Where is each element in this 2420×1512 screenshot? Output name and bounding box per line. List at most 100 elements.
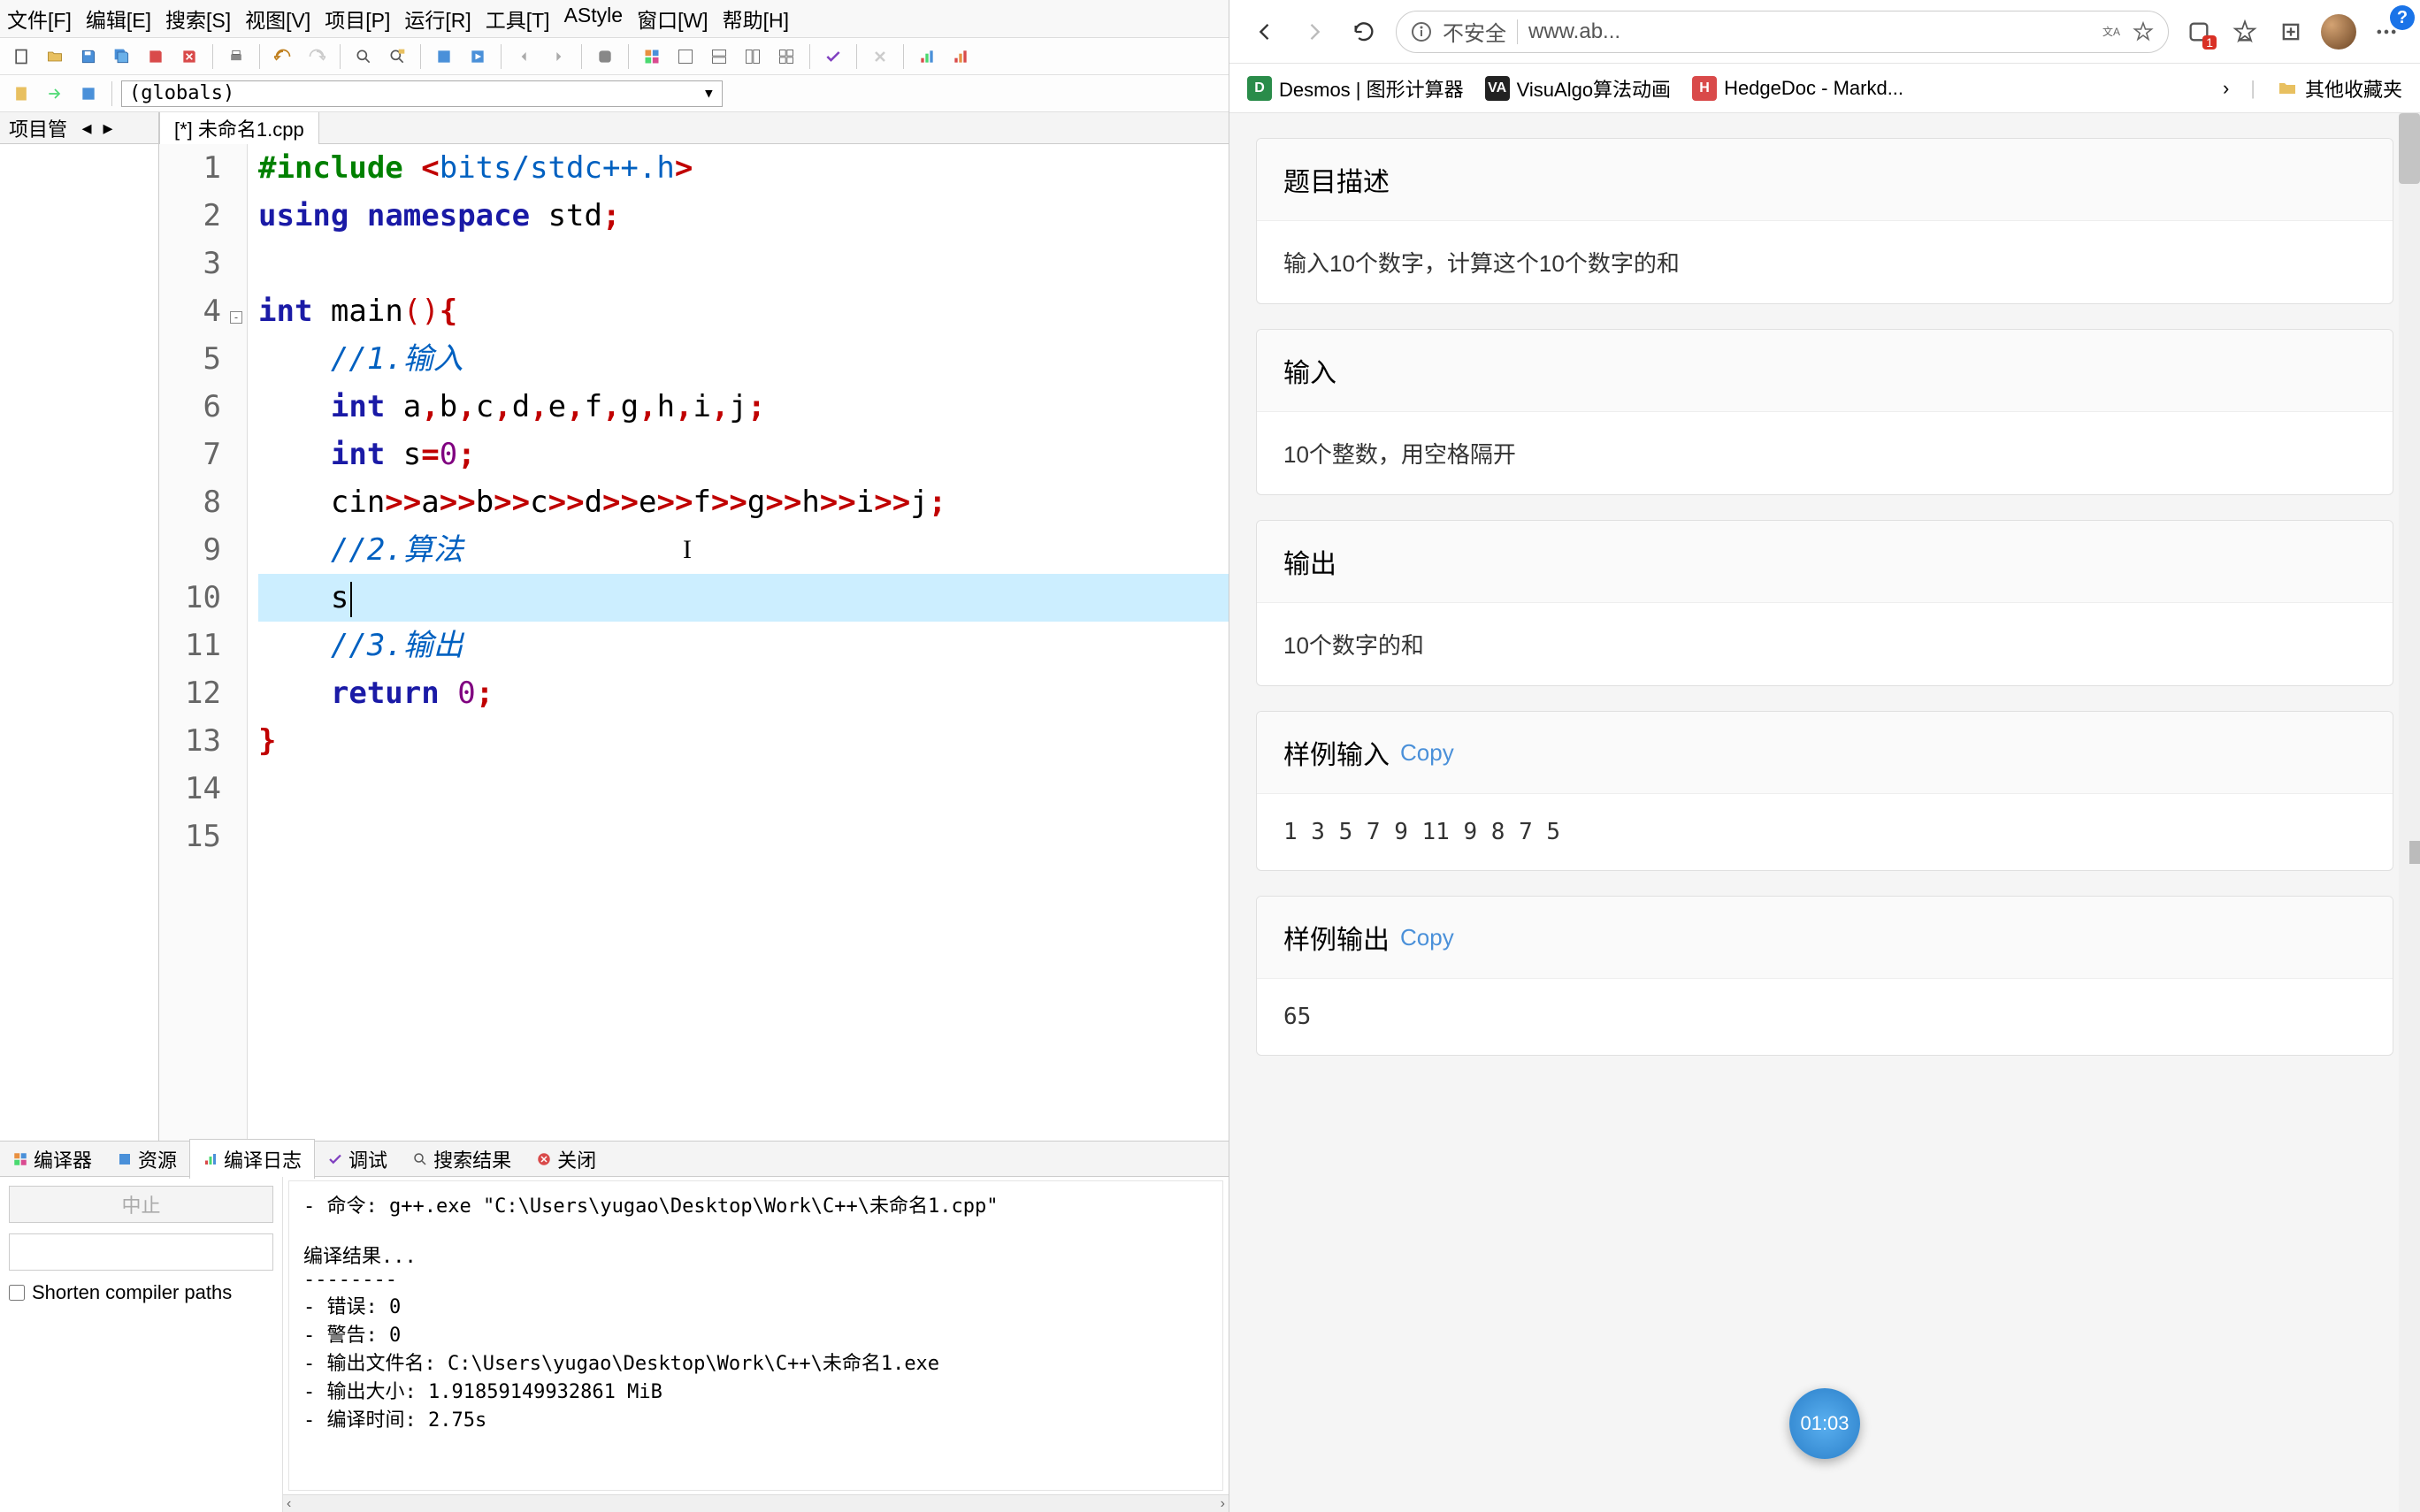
scope-selector[interactable]: (globals) ▾ xyxy=(121,80,723,107)
project-tab[interactable]: 项目管 xyxy=(0,112,76,146)
url-text: www.ab... xyxy=(1528,19,1620,44)
sample-input-body: 1 3 5 7 9 11 9 8 7 5 xyxy=(1257,794,2393,870)
input-body: 10个整数，用空格隔开 xyxy=(1257,412,2393,494)
sample-output-card: 样例输出 Copy 65 xyxy=(1256,896,2393,1056)
tab-compiler[interactable]: 编译器 xyxy=(0,1140,104,1179)
log-scrollbar[interactable]: ‹› xyxy=(283,1494,1229,1512)
browser-pane: ? 不安全 www.ab... 文A 1 DDesmos | 图形计算器 VAV… xyxy=(1229,0,2420,1512)
menu-search[interactable]: 搜索[S] xyxy=(165,4,231,34)
code-editor[interactable]: 123456789101112131415 - #include <bits/s… xyxy=(159,144,1229,1141)
info-icon xyxy=(1411,21,1432,42)
save-icon[interactable] xyxy=(74,42,103,71)
browser-toolbar: 不安全 www.ab... 文A 1 xyxy=(1229,0,2420,64)
undo-icon[interactable] xyxy=(269,42,297,71)
menu-help[interactable]: 帮助[H] xyxy=(723,4,789,34)
compile-log-output[interactable]: - 命令: g++.exe "C:\Users\yugao\Desktop\Wo… xyxy=(288,1180,1223,1491)
menu-file[interactable]: 文件[F] xyxy=(7,4,72,34)
tab-close[interactable]: 关闭 xyxy=(524,1140,609,1179)
shorten-paths-checkbox[interactable]: Shorten compiler paths xyxy=(9,1281,273,1304)
goto-icon[interactable] xyxy=(41,80,69,108)
menu-astyle[interactable]: AStyle xyxy=(564,4,623,34)
redo-icon[interactable] xyxy=(302,42,331,71)
tab-next-icon[interactable]: ▸ xyxy=(97,117,119,140)
browser-content[interactable]: 题目描述 输入10个数字，计算这个10个数字的和 输入 10个整数，用空格隔开 … xyxy=(1229,113,2420,1512)
find-icon[interactable] xyxy=(349,42,378,71)
tab-resource[interactable]: 资源 xyxy=(104,1140,189,1179)
check-icon[interactable] xyxy=(819,42,847,71)
sample-input-card: 样例输入 Copy 1 3 5 7 9 11 9 8 7 5 xyxy=(1256,711,2393,871)
copy-sample-output[interactable]: Copy xyxy=(1400,924,1454,951)
scrollbar-thumb[interactable] xyxy=(2399,113,2420,184)
tab-compile-log[interactable]: 编译日志 xyxy=(189,1139,315,1179)
sample-input-title: 样例输入 xyxy=(1283,733,1390,772)
tab-search-results[interactable]: 搜索结果 xyxy=(400,1140,524,1179)
grid1-icon[interactable] xyxy=(638,42,666,71)
new-file-icon[interactable] xyxy=(7,42,35,71)
sample-output-body: 65 xyxy=(1257,979,2393,1055)
run-icon[interactable] xyxy=(463,42,492,71)
input-card: 输入 10个整数，用空格隔开 xyxy=(1256,329,2393,495)
refresh-button[interactable] xyxy=(1346,14,1382,50)
extensions-icon[interactable]: 1 xyxy=(2183,16,2215,48)
debug-icon[interactable] xyxy=(591,42,619,71)
save-all-icon[interactable] xyxy=(108,42,136,71)
back-button[interactable] xyxy=(1247,14,1283,50)
forward-icon[interactable] xyxy=(544,42,572,71)
menu-view[interactable]: 视图[V] xyxy=(245,4,310,34)
stop-button[interactable]: 中止 xyxy=(9,1186,273,1223)
profile-icon[interactable] xyxy=(913,42,941,71)
more-icon[interactable] xyxy=(2370,16,2402,48)
class-icon[interactable] xyxy=(74,80,103,108)
bookmark-desmos[interactable]: DDesmos | 图形计算器 xyxy=(1247,74,1464,103)
output-card: 输出 10个数字的和 xyxy=(1256,520,2393,686)
address-bar[interactable]: 不安全 www.ab... 文A xyxy=(1396,11,2169,53)
grid2-icon[interactable] xyxy=(671,42,700,71)
forward-button[interactable] xyxy=(1297,14,1332,50)
cancel-icon[interactable] xyxy=(866,42,894,71)
replace-icon[interactable] xyxy=(383,42,411,71)
bookmarks-overflow-icon[interactable]: › xyxy=(2223,77,2229,100)
project-tree[interactable] xyxy=(0,144,158,1141)
output-body: 10个数字的和 xyxy=(1257,603,2393,685)
grid5-icon[interactable] xyxy=(772,42,800,71)
bookmark-folder-other[interactable]: 其他收藏夹 xyxy=(2277,74,2402,103)
problem-description-card: 题目描述 输入10个数字，计算这个10个数字的和 xyxy=(1256,138,2393,304)
bottom-panel: 编译器 资源 编译日志 调试 搜索结果 关闭 中止 Shorten compil… xyxy=(0,1141,1229,1512)
code-content[interactable]: #include <bits/stdc++.h>using namespace … xyxy=(248,144,1229,1141)
profile-avatar[interactable] xyxy=(2321,14,2356,50)
back-icon[interactable] xyxy=(510,42,539,71)
menu-project[interactable]: 项目[P] xyxy=(325,4,390,34)
file-tab[interactable]: [*] 未命名1.cpp xyxy=(159,112,319,148)
print-icon[interactable] xyxy=(222,42,250,71)
grid4-icon[interactable] xyxy=(739,42,767,71)
tab-debug[interactable]: 调试 xyxy=(315,1140,400,1179)
translate-icon[interactable]: 文A xyxy=(2101,21,2122,42)
grid3-icon[interactable] xyxy=(705,42,733,71)
workspace: 项目管 ◂ ▸ [*] 未命名1.cpp 1234567891011121314… xyxy=(0,112,1229,1141)
profile2-icon[interactable] xyxy=(946,42,975,71)
save-as-icon[interactable] xyxy=(142,42,170,71)
menu-edit[interactable]: 编辑[E] xyxy=(86,4,151,34)
browser-scrollbar[interactable] xyxy=(2399,113,2420,1512)
menu-tools[interactable]: 工具[T] xyxy=(486,4,550,34)
close-file-icon[interactable] xyxy=(175,42,203,71)
tab-prev-icon[interactable]: ◂ xyxy=(76,117,97,140)
open-file-icon[interactable] xyxy=(41,42,69,71)
menu-run[interactable]: 运行[R] xyxy=(404,4,471,34)
menu-window[interactable]: 窗口[W] xyxy=(637,4,708,34)
shorten-paths-input[interactable] xyxy=(9,1285,25,1301)
bookmark-visualgo[interactable]: VAVisuAlgo算法动画 xyxy=(1485,74,1671,103)
favorites-icon[interactable] xyxy=(2229,16,2261,48)
compile-icon[interactable] xyxy=(430,42,458,71)
recording-timer[interactable]: 01:03 xyxy=(1789,1388,1860,1459)
scroll-marker xyxy=(2409,841,2420,864)
bookmark-icon[interactable] xyxy=(7,80,35,108)
fold-gutter[interactable]: - xyxy=(230,144,248,1141)
star-icon[interactable] xyxy=(2133,21,2154,42)
bookmark-hedgedoc[interactable]: HHedgeDoc - Markd... xyxy=(1692,76,1903,101)
collections-icon[interactable] xyxy=(2275,16,2307,48)
secondary-toolbar: (globals) ▾ xyxy=(0,75,1229,112)
copy-sample-input[interactable]: Copy xyxy=(1400,739,1454,767)
menu-bar: 文件[F] 编辑[E] 搜索[S] 视图[V] 项目[P] 运行[R] 工具[T… xyxy=(0,0,1229,38)
editor-area: [*] 未命名1.cpp 123456789101112131415 - #in… xyxy=(159,112,1229,1141)
